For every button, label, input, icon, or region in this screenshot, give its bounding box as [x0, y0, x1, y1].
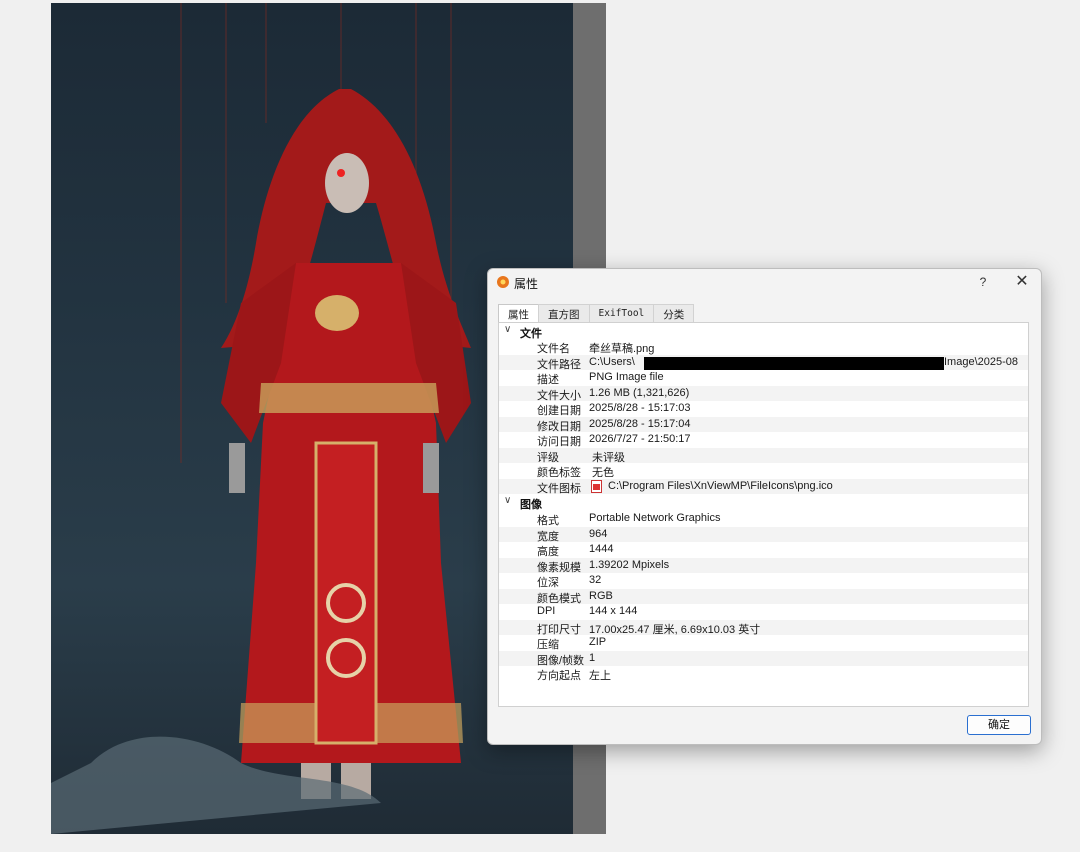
list-item: 访问日期 2026/7/27 - 21:50:17	[499, 432, 1028, 448]
prop-value: Portable Network Graphics	[589, 512, 721, 524]
tab-categories[interactable]: 分类	[653, 304, 695, 322]
face	[325, 153, 369, 213]
list-item: 文件大小 1.26 MB (1,321,626)	[499, 385, 1028, 402]
left-mechanical-hand	[229, 443, 245, 493]
prop-value: 964	[589, 527, 608, 540]
tab-bar: 属性 直方图 ExifTool 分类	[498, 304, 695, 323]
list-item: 宽度 964	[499, 526, 1028, 543]
prop-value: 2026/7/27 - 21:50:17	[589, 433, 691, 445]
list-item: 格式 Portable Network Graphics	[499, 511, 1028, 527]
list-item: 位深 32	[499, 573, 1028, 589]
chevron-down-icon[interactable]: ∨	[504, 495, 511, 506]
red-eye	[337, 169, 345, 177]
list-item: 描述 PNG Image file	[499, 370, 1028, 386]
prop-value: 1	[589, 651, 596, 664]
redaction-bar	[644, 356, 944, 370]
properties-list: ∨ 文件 文件名 牵丝草稿.png 文件路径 C:\Users\ Image\2…	[498, 322, 1029, 707]
prop-value: 2025/8/28 - 15:17:03	[589, 402, 691, 414]
prop-value: C:\Program Files\XnViewMP\FileIcons\png.…	[608, 479, 833, 492]
list-item: 创建日期 2025/8/28 - 15:17:03	[499, 401, 1028, 417]
list-item: 图像/帧数 1	[499, 650, 1028, 667]
list-item: 颜色模式 RGB	[499, 588, 1028, 605]
png-file-icon	[591, 479, 602, 493]
list-item: 像素规模 1.39202 Mpixels	[499, 557, 1028, 574]
prop-key: 方向起点	[537, 670, 581, 682]
prop-value: 1.26 MB (1,321,626)	[589, 386, 690, 399]
prop-value: 1.39202 Mpixels	[589, 558, 670, 571]
prop-value: 1444	[589, 543, 614, 555]
prop-value: ZIP	[589, 636, 607, 648]
prop-value: 32	[589, 574, 602, 586]
list-item: 评级 未评级	[499, 447, 1028, 464]
gold-pendant	[315, 295, 359, 331]
tab-properties[interactable]: 属性	[498, 304, 539, 323]
prop-value: C:\Users\	[589, 355, 635, 368]
group-label: 图像	[520, 499, 542, 511]
list-item: 文件路径 C:\Users\ Image\2025-08	[499, 354, 1028, 371]
list-item: 打印尺寸 17.00x25.47 厘米, 6.69x10.03 英寸	[499, 619, 1028, 636]
prop-value: 144 x 144	[589, 605, 638, 617]
list-item: 修改日期 2025/8/28 - 15:17:04	[499, 416, 1028, 433]
prop-value: PNG Image file	[589, 371, 664, 383]
list-item: 文件图标 C:\Program Files\XnViewMP\FileIcons…	[499, 478, 1028, 495]
list-item: 压缩 ZIP	[499, 635, 1028, 651]
prop-value-path-tail: Image\2025-08	[944, 355, 1018, 368]
tab-exiftool[interactable]: ExifTool	[588, 304, 655, 322]
close-button[interactable]: ✕	[1012, 272, 1032, 292]
prop-value: 左上	[589, 670, 611, 682]
prop-key: 文件图标	[537, 482, 581, 495]
list-item: 高度 1444	[499, 542, 1028, 558]
gold-band	[259, 383, 439, 413]
list-item: DPI 144 x 144	[499, 604, 1028, 620]
dialog-title: 属性	[514, 277, 539, 291]
ok-button[interactable]: 确定	[967, 715, 1031, 735]
group-file[interactable]: ∨ 文件	[499, 324, 1028, 340]
prop-value: 2025/8/28 - 15:17:04	[589, 417, 691, 430]
right-mechanical-hand	[423, 443, 439, 493]
tab-histogram[interactable]: 直方图	[538, 304, 590, 322]
prop-value: RGB	[589, 589, 613, 602]
group-image[interactable]: ∨ 图像	[499, 495, 1028, 511]
front-panel	[314, 441, 378, 745]
list-item: 颜色标签 无色	[499, 463, 1028, 479]
chevron-down-icon[interactable]: ∨	[504, 324, 511, 335]
dialog-titlebar[interactable]: 属性 ? ✕	[488, 269, 1041, 297]
help-button[interactable]: ?	[974, 273, 992, 291]
xnview-app-icon	[497, 276, 509, 288]
prop-key: DPI	[537, 605, 556, 617]
properties-dialog: 属性 ? ✕ 属性 直方图 ExifTool 分类 ∨ 文件 文件名 牵丝草稿.…	[487, 268, 1042, 745]
list-item: 方向起点 左上	[499, 666, 1028, 682]
list-item: 文件名 牵丝草稿.png	[499, 339, 1028, 355]
